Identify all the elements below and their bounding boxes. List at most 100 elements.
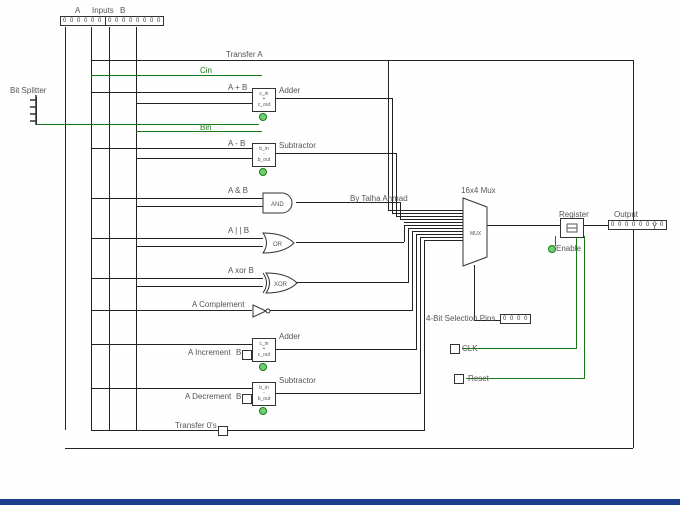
wire: [420, 237, 421, 394]
label-sub2: Subtractor: [279, 376, 316, 385]
wire: [136, 246, 263, 247]
label-output-y: Y: [652, 222, 657, 231]
wire: [91, 60, 389, 61]
adder1-box: c_in + c_out: [252, 88, 276, 112]
input-b-pins[interactable]: 0 0 0 0 0 0 0 0: [105, 16, 164, 26]
wire: [136, 158, 252, 159]
output-pins: 0 0 0 0 0 0 0 0: [608, 220, 667, 230]
label-cin: Cin: [200, 66, 212, 75]
wire: [36, 124, 259, 125]
sel-pins[interactable]: 0 0 0 0: [500, 314, 531, 324]
xor-gate-icon: XOR: [262, 272, 300, 294]
label-enable: Enable: [556, 244, 581, 253]
register-icon: [566, 223, 578, 233]
wire: [109, 27, 110, 430]
wire: [91, 92, 252, 93]
wire: [136, 206, 263, 207]
wire: [396, 153, 397, 216]
wire: [408, 228, 409, 283]
reset-pin[interactable]: [454, 374, 464, 384]
wire: [136, 103, 252, 104]
wire: [388, 210, 463, 211]
label-adder1: Adder: [279, 86, 300, 95]
and-label: AND: [271, 202, 284, 208]
wire: [275, 153, 397, 154]
label-bin: Bin: [200, 123, 212, 132]
wire: [275, 98, 393, 99]
or-label: OR: [273, 242, 283, 248]
wire: [91, 310, 252, 311]
label-a-plus-b: A + B: [228, 83, 247, 92]
sub2-box: b_in - b_out: [252, 382, 276, 406]
wire: [65, 448, 633, 449]
label-bit-splitter: Bit Splitter: [10, 86, 46, 95]
label-adder2: Adder: [279, 332, 300, 341]
or-gate-icon: OR: [262, 232, 298, 254]
wire: [416, 234, 417, 350]
sub2-box-text: b_in - b_out: [258, 386, 271, 403]
sub1-box: b_in - b_out: [252, 143, 276, 167]
label-inc-pin: B: [236, 348, 241, 357]
zero-const-pin[interactable]: [218, 426, 228, 436]
label-sel-pins: 4-Bit Selection Pins: [426, 314, 495, 323]
wire: [583, 225, 609, 226]
wire: [400, 219, 463, 220]
wire: [424, 240, 463, 241]
sub1-box-text: b_in - b_out: [258, 147, 271, 164]
wire: [404, 225, 463, 226]
wire: [225, 430, 424, 431]
not-gate-icon: [252, 304, 272, 318]
dec-const-pin[interactable]: [242, 394, 252, 404]
led-icon: [259, 168, 267, 176]
wire: [487, 225, 560, 226]
xor-label: XOR: [274, 282, 288, 288]
bottom-bar: [0, 499, 680, 505]
wire: [91, 238, 263, 239]
wire: [474, 265, 475, 320]
wire: [65, 27, 66, 430]
enable-led-icon: [548, 245, 556, 253]
wire: [584, 236, 585, 379]
led-icon: [259, 407, 267, 415]
adder2-box: c_in + c_out: [252, 338, 276, 362]
inc-const-pin[interactable]: [242, 350, 252, 360]
wire: [91, 198, 263, 199]
adder1-box-text: c_in + c_out: [258, 92, 270, 109]
label-input-a: A: [75, 6, 80, 15]
label-a-xor-b: A xor B: [228, 266, 254, 275]
wire: [91, 344, 252, 345]
bit-splitter-icon: [28, 95, 42, 125]
led-icon: [259, 113, 267, 121]
label-transfer-0: Transfer 0's: [175, 421, 217, 430]
wire: [404, 225, 405, 242]
sel-pins-value: 0 0 0 0: [503, 316, 528, 322]
label-dec-pin: B: [236, 392, 241, 401]
clk-pin[interactable]: [450, 344, 460, 354]
wire: [275, 349, 416, 350]
wire: [420, 237, 463, 238]
wire: [91, 278, 263, 279]
label-a-minus-b: A - B: [228, 139, 245, 148]
adder2-box-text: c_in + c_out: [258, 342, 270, 359]
label-input-b: B: [120, 6, 125, 15]
wire: [633, 60, 634, 448]
mux-icon: MUX: [462, 197, 488, 267]
label-mux-title: 16x4 Mux: [461, 186, 496, 195]
led-icon: [259, 363, 267, 371]
wire: [296, 242, 404, 243]
wire: [136, 131, 262, 132]
register-box: [560, 218, 584, 238]
label-transfer-a: Transfer A: [226, 50, 263, 59]
mux-label: MUX: [470, 231, 482, 237]
wire: [462, 348, 576, 349]
wire: [136, 27, 137, 430]
wire: [424, 240, 425, 431]
wire: [136, 286, 263, 287]
wire: [275, 393, 420, 394]
wire: [388, 60, 389, 210]
label-a-complement: A Complement: [192, 300, 244, 309]
input-b-value: 0 0 0 0 0 0 0 0: [108, 18, 161, 24]
wire: [91, 430, 218, 431]
wire: [91, 75, 262, 76]
wire: [396, 216, 463, 217]
